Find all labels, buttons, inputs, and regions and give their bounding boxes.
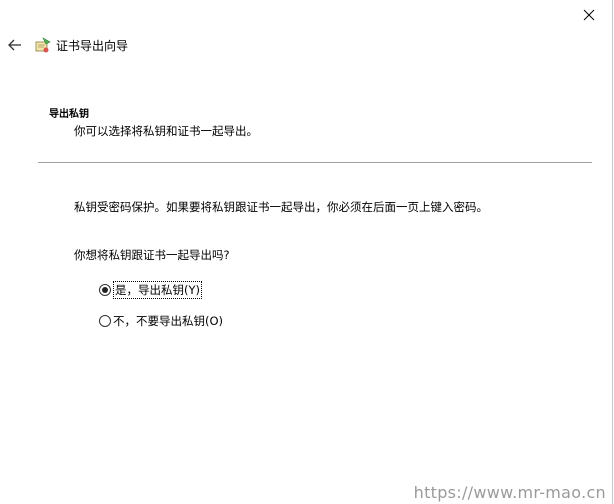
question-text: 你想将私钥跟证书一起导出吗? xyxy=(74,248,230,262)
page-subtitle: 你可以选择将私钥和证书一起导出。 xyxy=(74,124,258,138)
wizard-titlebar: 证书导出向导 xyxy=(0,30,128,60)
window-title: 证书导出向导 xyxy=(56,38,129,53)
close-button[interactable] xyxy=(566,0,612,30)
header-panel: 导出私钥 你可以选择将私钥和证书一起导出。 xyxy=(0,95,612,150)
radio-button-yes[interactable] xyxy=(99,284,111,296)
option-no-label[interactable]: 不，不要导出私钥(O) xyxy=(113,313,223,329)
back-arrow-icon xyxy=(8,36,22,55)
info-text: 私钥受密码保护。如果要将私钥跟证书一起导出，你必须在后面一页上键入密码。 xyxy=(74,200,488,214)
certificate-export-wizard-window: 证书导出向导 导出私钥 你可以选择将私钥和证书一起导出。 私钥受密码保护。如果要… xyxy=(0,0,613,504)
option-yes-label[interactable]: 是，导出私钥(Y) xyxy=(113,281,202,299)
header-divider xyxy=(38,162,592,163)
back-button[interactable] xyxy=(0,30,30,60)
watermark-text: https://www.mr-mao.cn xyxy=(413,483,606,502)
page-title: 导出私钥 xyxy=(49,109,89,120)
export-private-key-no-option[interactable]: 不，不要导出私钥(O) xyxy=(99,313,223,329)
export-private-key-yes-option[interactable]: 是，导出私钥(Y) xyxy=(99,281,202,299)
radio-button-no[interactable] xyxy=(99,315,111,327)
close-icon xyxy=(583,6,595,25)
certificate-wizard-icon xyxy=(34,36,52,54)
